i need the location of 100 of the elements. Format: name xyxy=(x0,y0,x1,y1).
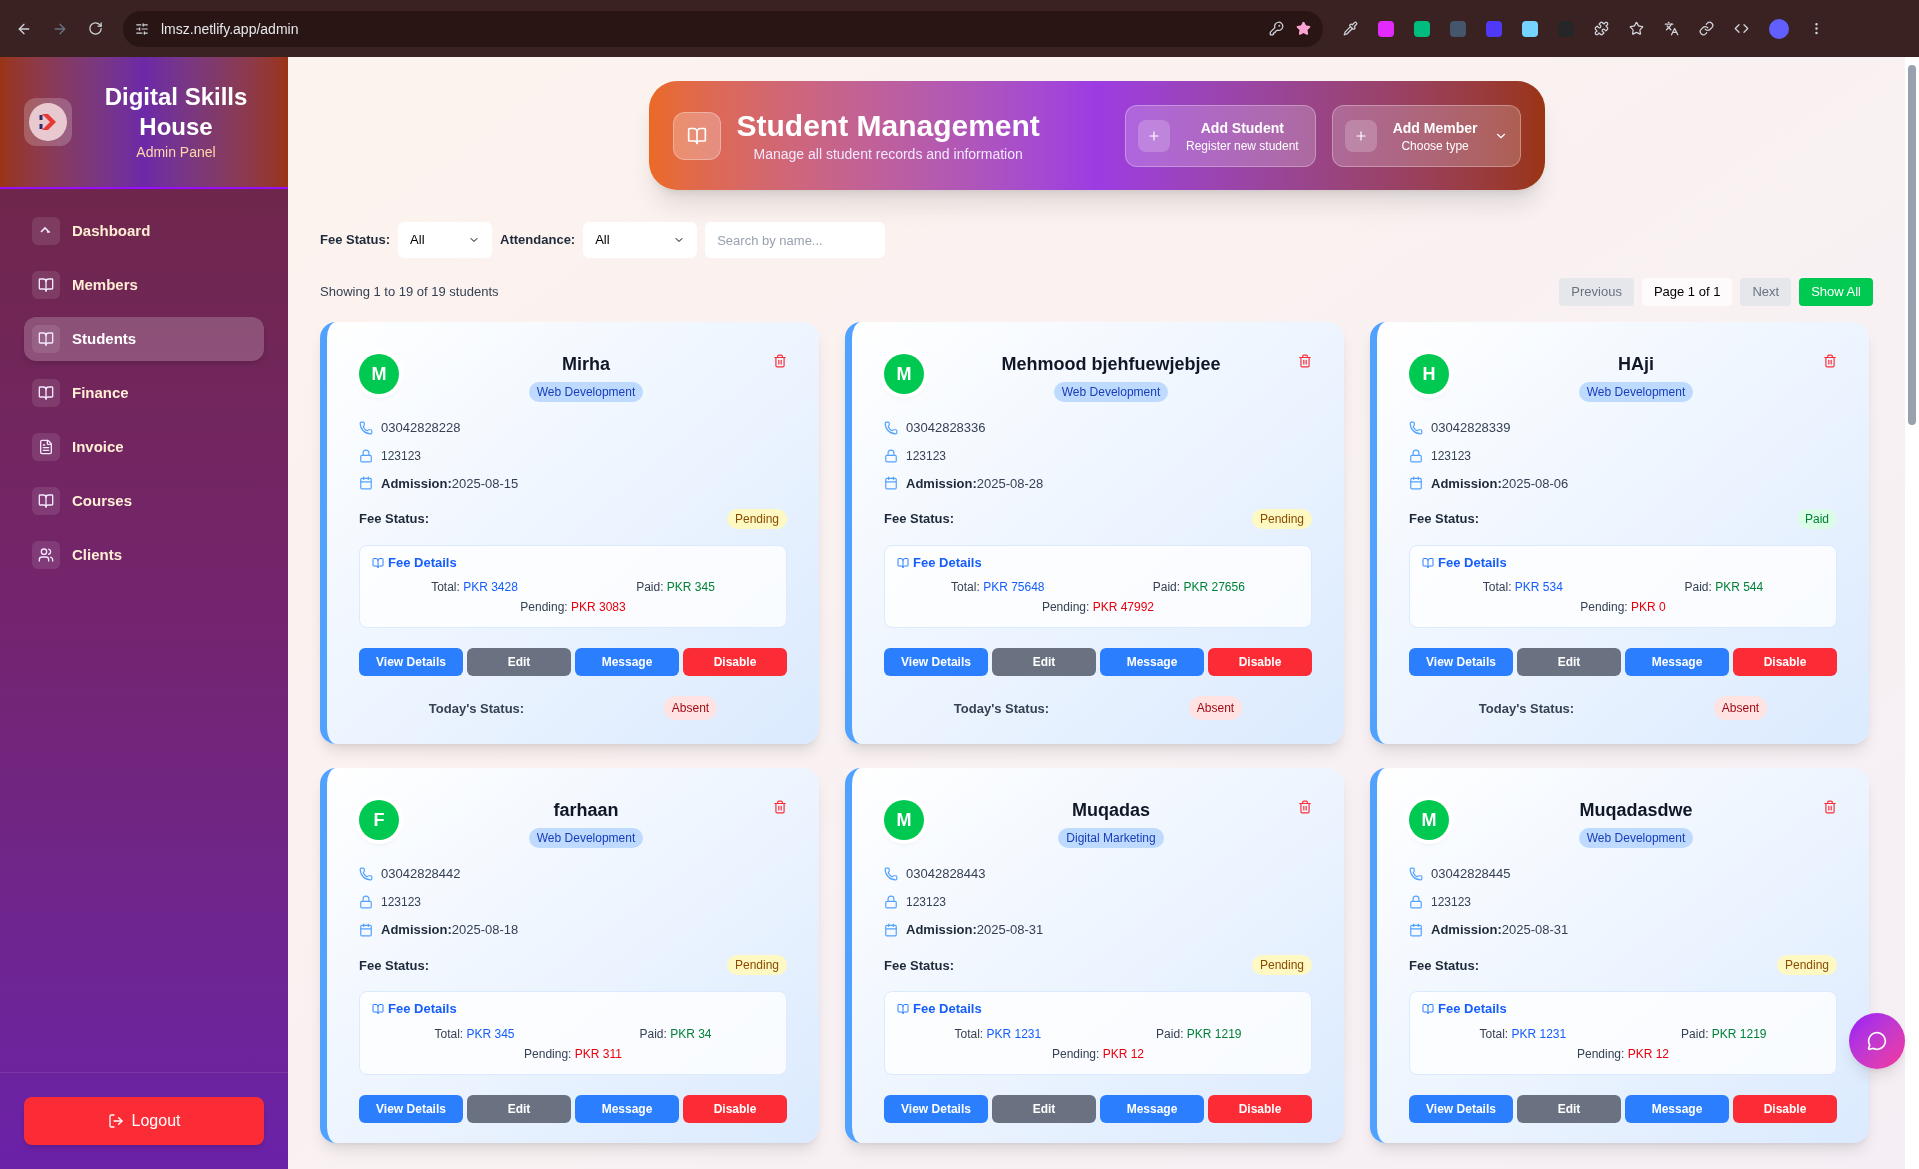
action-button[interactable]: Edit xyxy=(1517,1094,1621,1123)
translate-icon[interactable] xyxy=(1664,21,1679,36)
fee-details-title: Fee Details xyxy=(388,554,457,572)
extension-icon[interactable] xyxy=(1378,20,1394,37)
logout-icon xyxy=(107,1113,124,1129)
link-icon[interactable] xyxy=(1699,21,1714,36)
password-text: 123123 xyxy=(1431,447,1472,464)
phone-number: 03042828336 xyxy=(906,419,986,437)
delete-icon[interactable] xyxy=(1298,354,1312,368)
reload-icon[interactable] xyxy=(88,21,103,36)
avatar: M xyxy=(884,354,924,394)
lock-icon xyxy=(1409,448,1423,463)
address-bar[interactable]: lmsz.netlify.app/admin xyxy=(123,10,1323,47)
action-button[interactable]: View Details xyxy=(1409,1094,1513,1123)
calendar-icon xyxy=(359,922,373,937)
today-status-label: Today's Status: xyxy=(953,699,1050,718)
logout-button[interactable]: Logout xyxy=(24,1097,264,1145)
action-button[interactable]: Message xyxy=(1100,648,1204,677)
action-button[interactable]: Edit xyxy=(992,648,1096,677)
star-icon[interactable] xyxy=(1629,21,1644,36)
action-button[interactable]: Edit xyxy=(992,1094,1096,1123)
paid-amount: Paid: PKR 34 xyxy=(639,1025,712,1042)
delete-icon[interactable] xyxy=(1298,800,1312,815)
phone-icon xyxy=(1409,420,1423,435)
book-icon xyxy=(897,556,909,569)
results-summary: Showing 1 to 19 of 19 students xyxy=(320,283,499,302)
calendar-icon xyxy=(884,922,898,937)
page-title: Student Management xyxy=(736,107,1040,144)
nav-item[interactable]: Clients xyxy=(24,533,264,577)
pending-amount: Pending: PKR 12 xyxy=(1051,1045,1145,1062)
attendance-badge: Absent xyxy=(1713,696,1768,721)
action-button[interactable]: Message xyxy=(575,648,679,677)
action-button[interactable]: Edit xyxy=(467,648,571,677)
chat-icon xyxy=(1867,1031,1887,1051)
student-name: Muqadasdwe xyxy=(1579,799,1693,823)
paid-amount: Paid: PKR 1219 xyxy=(1156,1025,1242,1042)
phone-number: 03042828442 xyxy=(381,865,461,884)
action-button[interactable]: Message xyxy=(1625,1094,1729,1123)
lock-icon xyxy=(359,448,373,463)
action-button[interactable]: Disable xyxy=(1733,1094,1837,1123)
action-button[interactable]: Disable xyxy=(683,1094,787,1123)
attendance-select[interactable]: All xyxy=(583,222,698,258)
delete-icon[interactable] xyxy=(773,800,787,815)
nav-item[interactable]: Dashboard xyxy=(24,209,264,253)
action-button[interactable]: View Details xyxy=(359,1094,463,1123)
extension-icon[interactable] xyxy=(1522,20,1538,37)
brand-name: Digital Skills House xyxy=(103,82,249,142)
book-icon xyxy=(38,277,54,293)
nav-item[interactable]: Finance xyxy=(24,371,264,415)
action-button[interactable]: Edit xyxy=(467,1094,571,1123)
action-button[interactable]: View Details xyxy=(359,648,463,677)
action-button[interactable]: Message xyxy=(575,1094,679,1123)
action-button[interactable]: View Details xyxy=(884,648,988,677)
course-tag: Web Development xyxy=(1578,828,1694,849)
action-button[interactable]: Disable xyxy=(683,648,787,677)
profile-avatar[interactable] xyxy=(1769,18,1789,39)
total-amount: Total: PKR 1231 xyxy=(954,1025,1042,1042)
admission-date: Admission:2025-08-15 xyxy=(381,474,519,493)
phone-icon xyxy=(884,867,898,882)
key-icon[interactable] xyxy=(1269,21,1284,36)
action-button[interactable]: Message xyxy=(1100,1094,1204,1123)
book-icon xyxy=(897,1003,909,1015)
total-amount: Total: PKR 345 xyxy=(434,1025,515,1042)
action-button[interactable]: View Details xyxy=(1409,648,1513,677)
search-field[interactable]: Search by name... xyxy=(705,222,886,258)
eyedropper-icon[interactable] xyxy=(1343,21,1358,36)
site-settings-icon[interactable] xyxy=(135,21,149,36)
book-icon xyxy=(1422,556,1434,569)
nav-item[interactable]: Students xyxy=(24,317,264,361)
book-icon xyxy=(1422,1003,1434,1015)
show-all-button[interactable]: Show All xyxy=(1799,278,1873,306)
total-amount: Total: PKR 75648 xyxy=(951,579,1045,596)
fee-status-label: Fee Status: xyxy=(359,510,430,529)
admission-date: Admission:2025-08-31 xyxy=(906,920,1044,939)
brand-subtitle: Admin Panel xyxy=(136,143,216,162)
phone-icon xyxy=(1409,867,1423,882)
nav-item[interactable]: Invoice xyxy=(24,425,264,469)
avatar: H xyxy=(1409,354,1449,394)
nav-item[interactable]: Members xyxy=(24,263,264,307)
puzzle-icon[interactable] xyxy=(1594,21,1609,36)
chat-button[interactable] xyxy=(1849,1013,1905,1069)
action-button[interactable]: Edit xyxy=(1517,648,1621,677)
delete-icon[interactable] xyxy=(1823,354,1837,368)
fee-details-title: Fee Details xyxy=(913,1000,982,1018)
delete-icon[interactable] xyxy=(1823,800,1837,815)
action-button[interactable]: Disable xyxy=(1733,648,1837,677)
fee-details-title: Fee Details xyxy=(913,554,982,572)
header-action-button[interactable]: Add Member Choose type xyxy=(1331,104,1521,167)
action-button[interactable]: View Details xyxy=(884,1094,988,1123)
extension-icon[interactable] xyxy=(1414,20,1430,37)
star-icon[interactable] xyxy=(1296,21,1311,36)
header-action-button[interactable]: Add Student Register new student xyxy=(1124,104,1316,167)
fee-status-select[interactable]: All xyxy=(398,222,493,258)
book-icon xyxy=(38,331,54,347)
delete-icon[interactable] xyxy=(773,354,787,368)
action-button[interactable]: Disable xyxy=(1208,648,1312,677)
nav-item[interactable]: Courses xyxy=(24,479,264,523)
action-button[interactable]: Disable xyxy=(1208,1094,1312,1123)
action-button[interactable]: Message xyxy=(1625,648,1729,677)
code-icon[interactable] xyxy=(1734,21,1749,36)
